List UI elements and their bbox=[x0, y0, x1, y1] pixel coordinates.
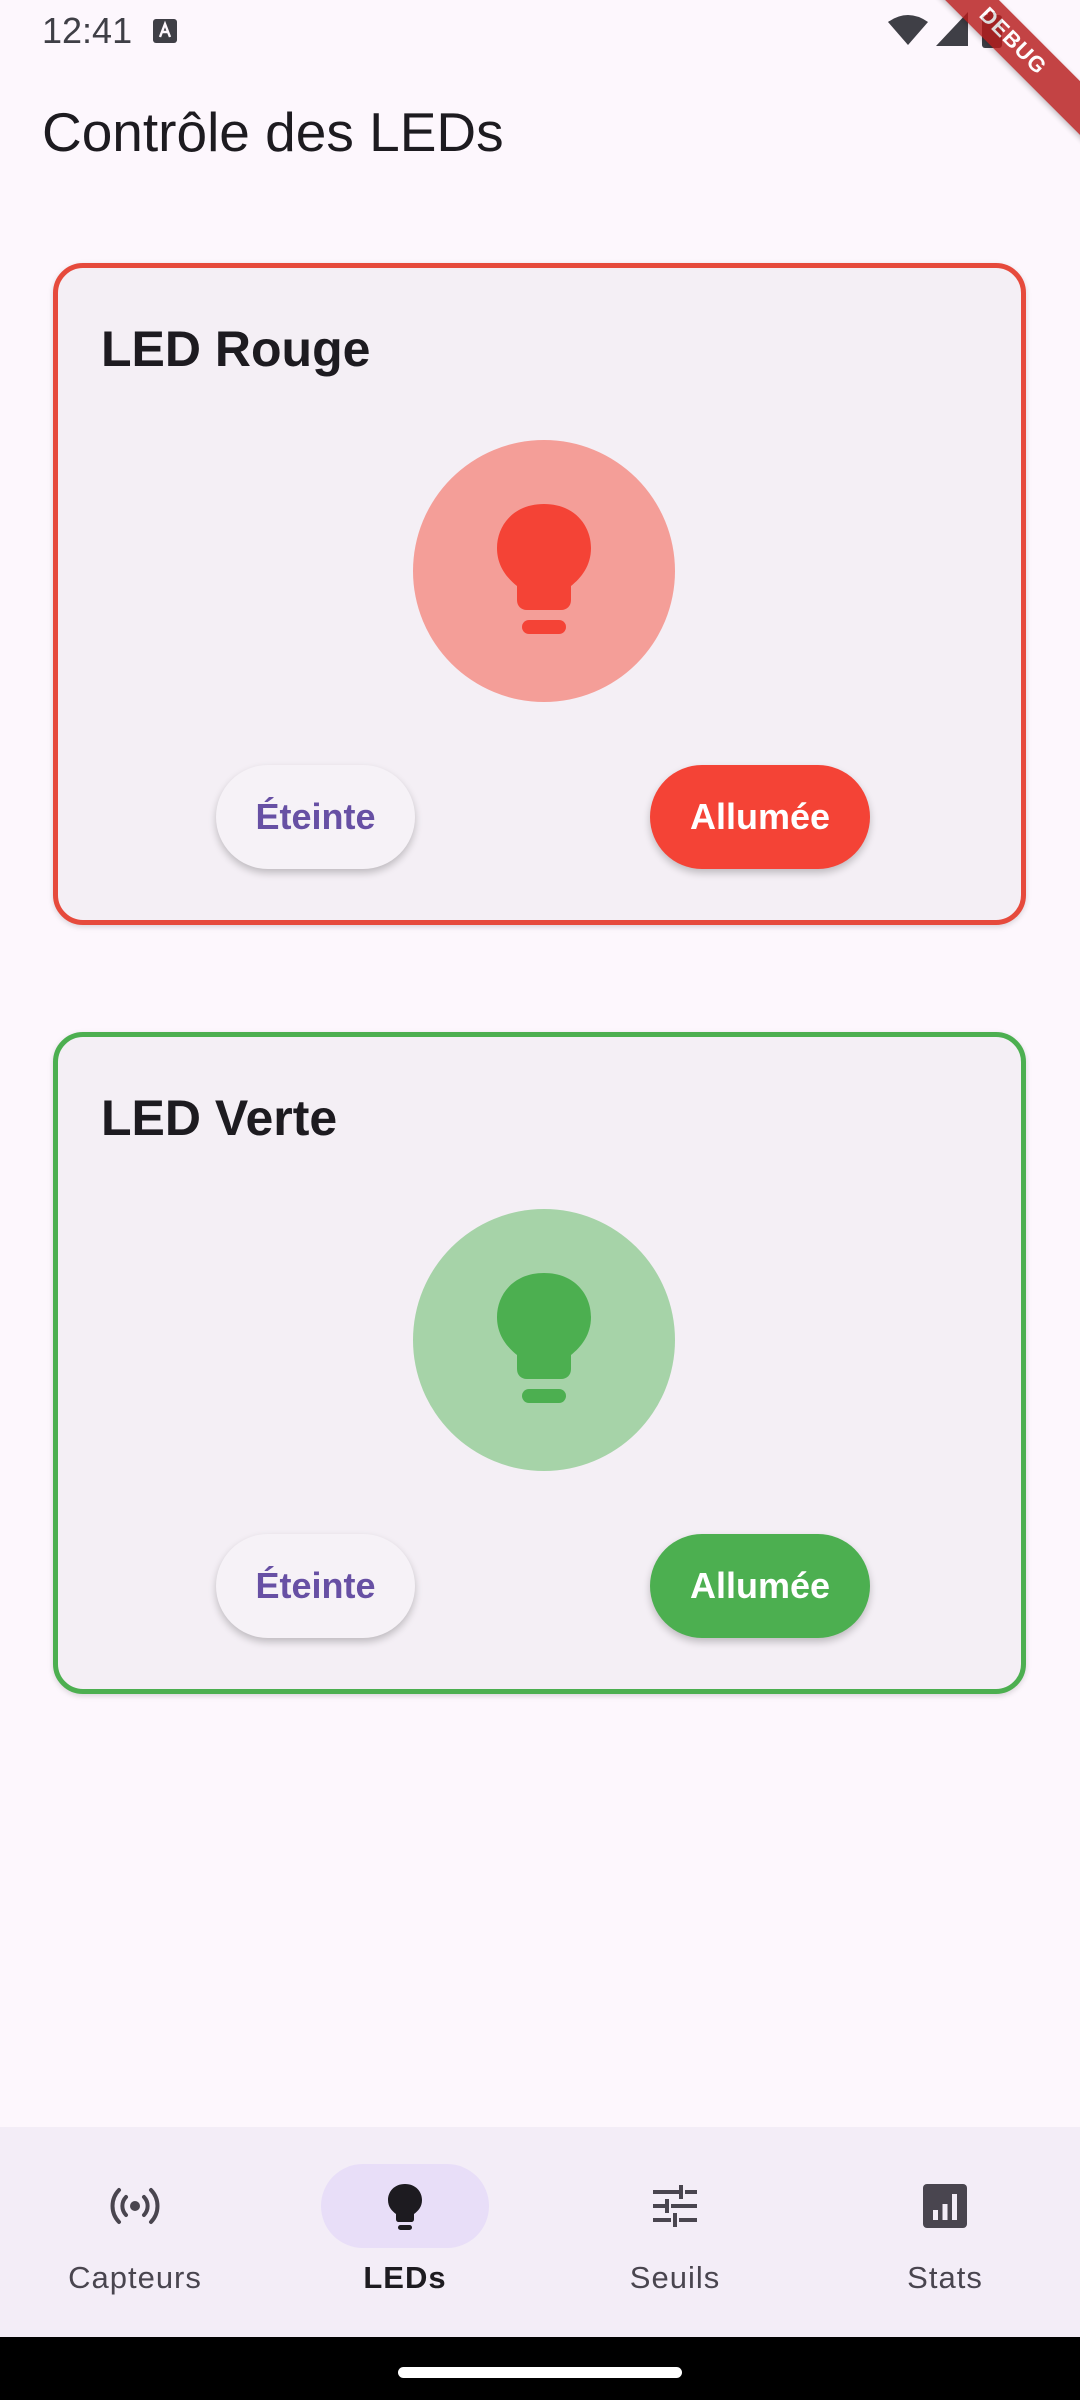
nav-label: Seuils bbox=[629, 2260, 721, 2295]
led-green-on-button[interactable]: Allumée bbox=[650, 1534, 870, 1638]
nav-item-capteurs[interactable]: Capteurs bbox=[0, 2127, 270, 2337]
nav-label: Stats bbox=[907, 2260, 983, 2295]
led-indicator bbox=[413, 440, 675, 702]
status-bar: 12:41 bbox=[0, 0, 1080, 60]
page-title: Contrôle des LEDs bbox=[42, 101, 504, 163]
led-card-green: LED Verte Éteinte Allumée bbox=[53, 1032, 1026, 1694]
nav-indicator bbox=[51, 2164, 219, 2248]
nav-indicator bbox=[861, 2164, 1029, 2248]
nav-label: LEDs bbox=[363, 2260, 447, 2295]
tune-icon bbox=[653, 2185, 697, 2227]
wifi-icon bbox=[888, 15, 928, 45]
led-indicator bbox=[413, 1209, 675, 1471]
status-time: 12:41 bbox=[42, 10, 133, 51]
lightbulb-icon bbox=[497, 1273, 591, 1403]
nav-item-stats[interactable]: Stats bbox=[810, 2127, 1080, 2337]
led-red-on-button[interactable]: Allumée bbox=[650, 765, 870, 869]
led-title: LED Verte bbox=[101, 1090, 338, 1146]
led-green-off-button[interactable]: Éteinte bbox=[216, 1534, 415, 1638]
led-red-off-button[interactable]: Éteinte bbox=[216, 765, 415, 869]
nav-item-seuils[interactable]: Seuils bbox=[540, 2127, 810, 2337]
nav-indicator bbox=[591, 2164, 759, 2248]
bar-chart-icon bbox=[923, 2184, 967, 2228]
bottom-navigation: Capteurs LEDs Seuils Stats bbox=[0, 2127, 1080, 2337]
keyboard-a-icon bbox=[153, 19, 177, 43]
sensors-icon bbox=[110, 2188, 160, 2224]
led-title: LED Rouge bbox=[101, 321, 371, 377]
led-card-red: LED Rouge Éteinte Allumée bbox=[53, 263, 1026, 925]
home-indicator[interactable] bbox=[398, 2367, 682, 2378]
nav-indicator bbox=[321, 2164, 489, 2248]
nav-label: Capteurs bbox=[68, 2260, 202, 2295]
nav-item-leds[interactable]: LEDs bbox=[270, 2127, 540, 2337]
lightbulb-icon bbox=[388, 2184, 422, 2230]
lightbulb-icon bbox=[497, 504, 591, 634]
system-navigation-bar bbox=[0, 2337, 1080, 2400]
